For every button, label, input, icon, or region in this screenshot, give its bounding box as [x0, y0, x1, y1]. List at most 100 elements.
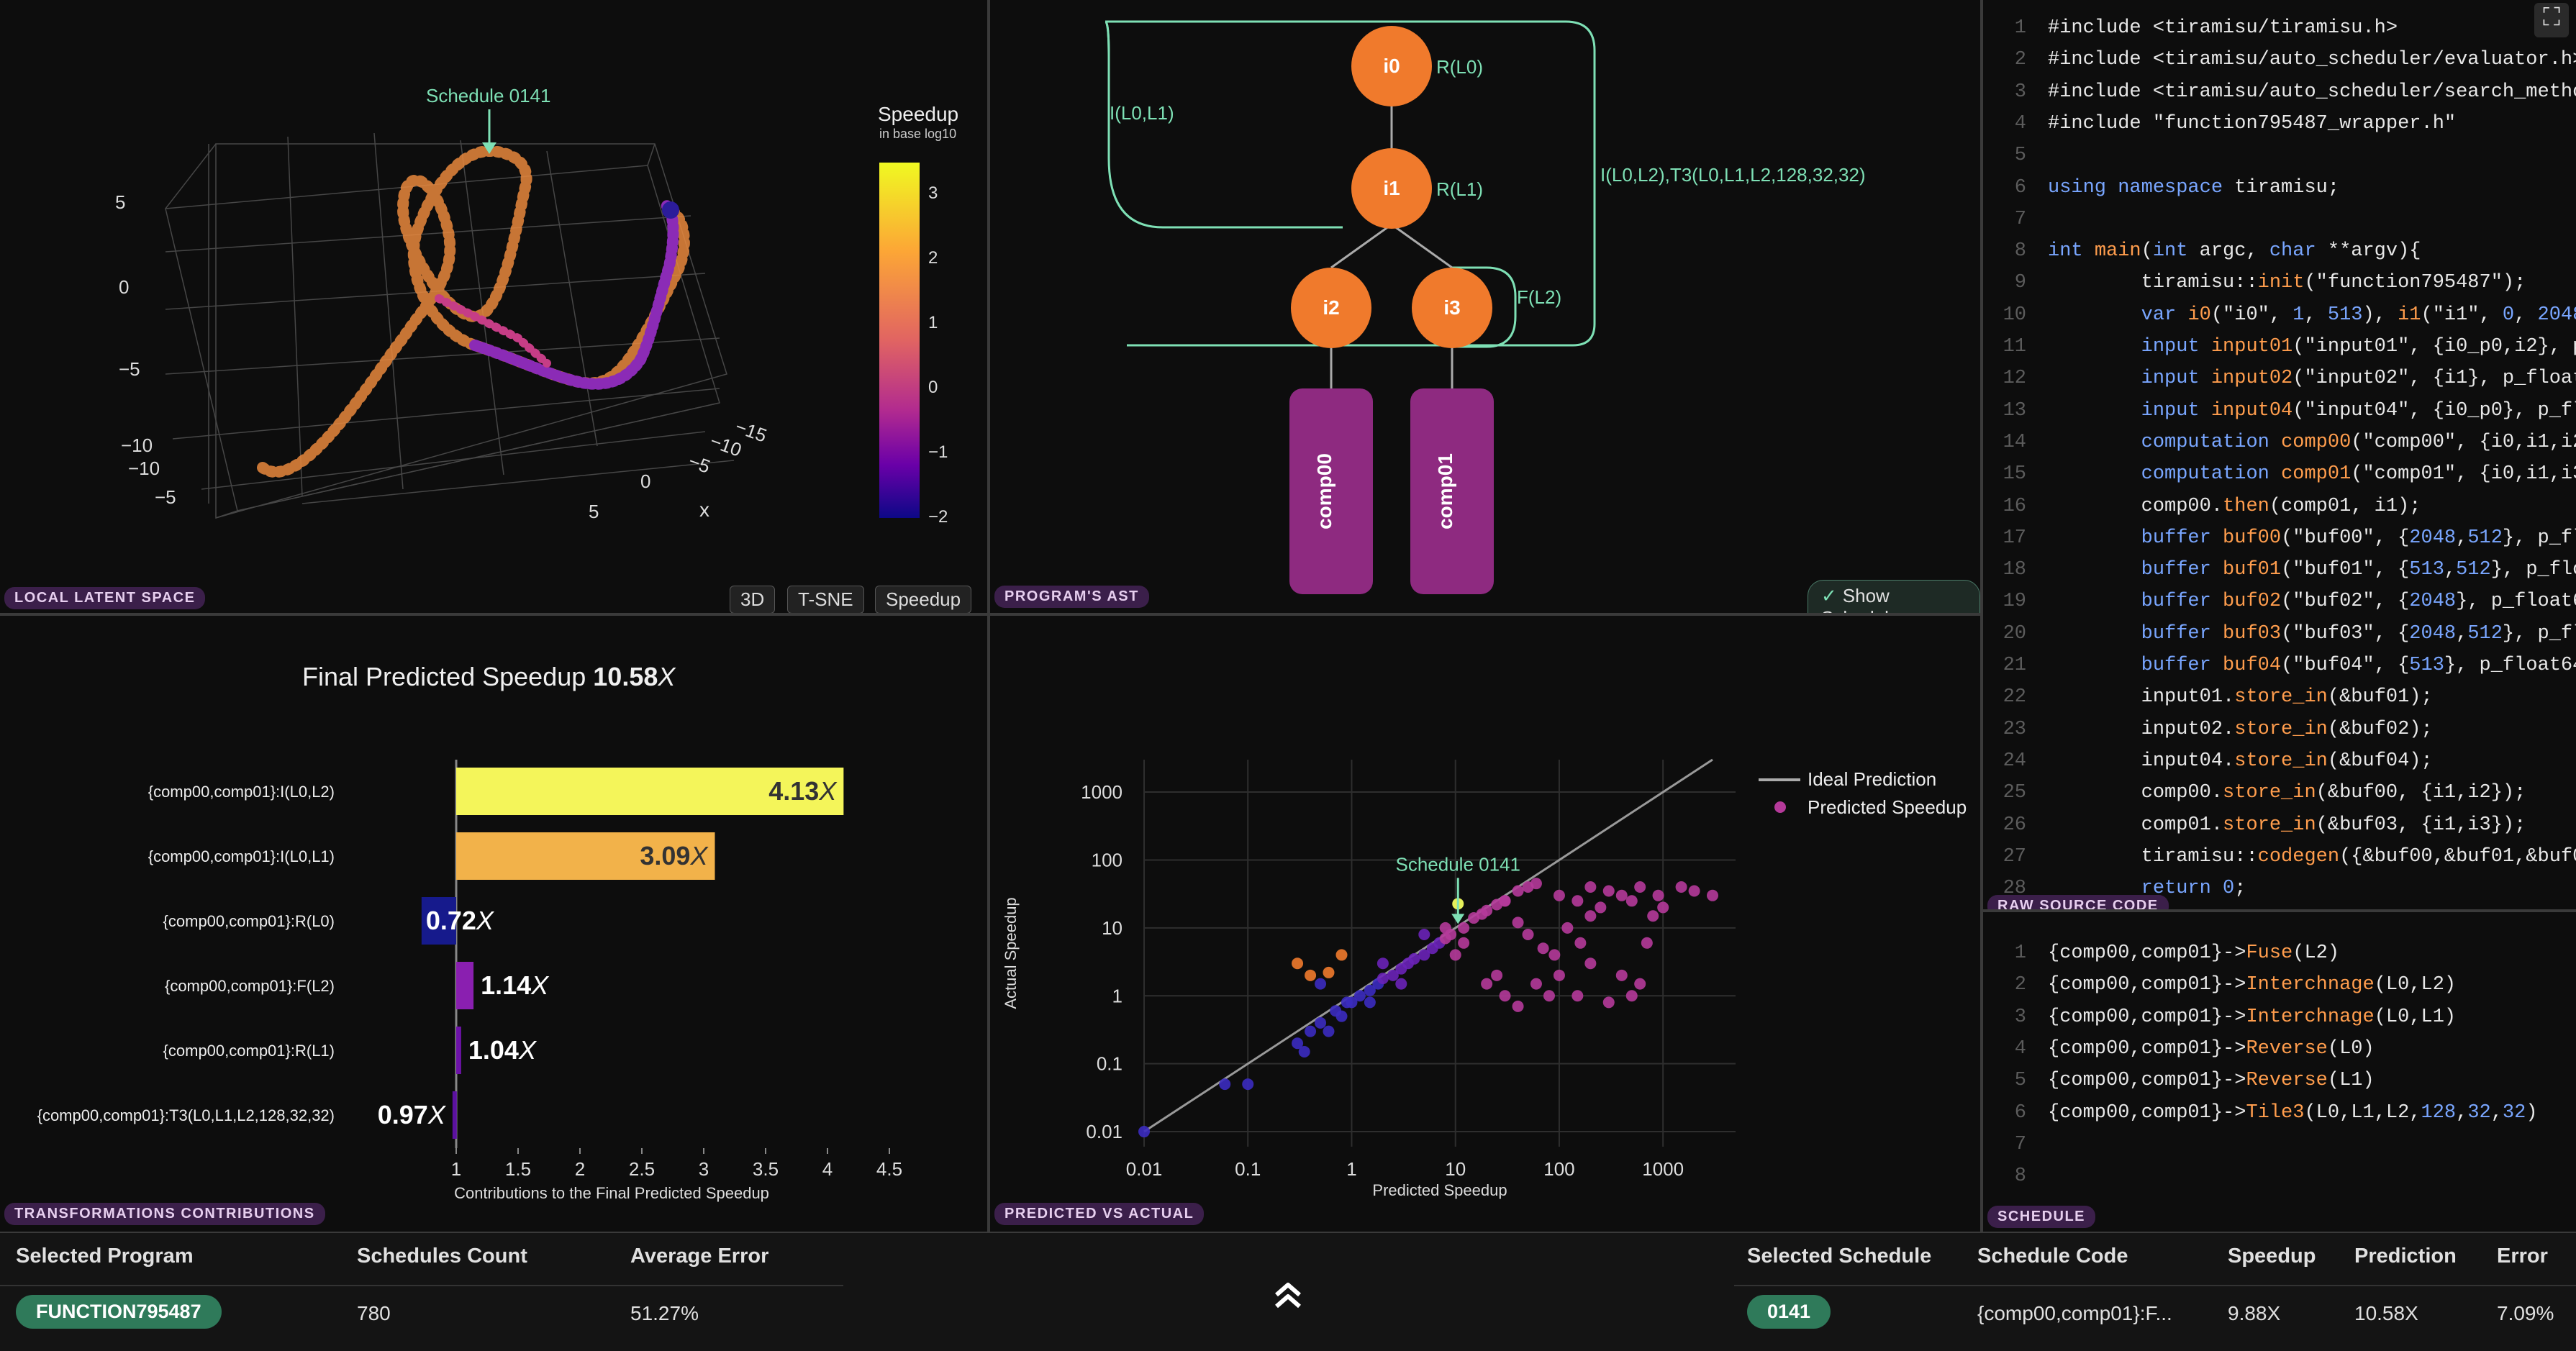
mode-3d-button[interactable]: 3D: [730, 586, 776, 613]
scatter-point[interactable]: [1595, 901, 1607, 914]
scatter-point[interactable]: [1512, 916, 1524, 929]
scatter-point[interactable]: [1615, 889, 1628, 901]
program-pill[interactable]: FUNCTION795487: [16, 1295, 222, 1329]
scatter-point[interactable]: [1377, 973, 1389, 985]
scatter-point[interactable]: [1335, 949, 1348, 961]
comp-node-comp00[interactable]: comp00: [1289, 388, 1373, 594]
code-text: input01.store_in(&buf01);: [2048, 686, 2433, 709]
scatter-point[interactable]: [1543, 990, 1555, 1002]
scatter-point[interactable]: [1647, 910, 1659, 922]
scatter-point[interactable]: [1522, 928, 1534, 940]
line-number: 9: [2014, 272, 2026, 294]
schedule-pill[interactable]: 0141: [1747, 1295, 1831, 1329]
scatter-point[interactable]: [1641, 937, 1653, 949]
line-number: 4: [2014, 1037, 2026, 1060]
scatter-point[interactable]: [1315, 978, 1327, 990]
scatter-point[interactable]: [1323, 1025, 1335, 1037]
z-tick: 5: [115, 191, 125, 213]
bar[interactable]: [456, 962, 474, 1009]
scatter-point[interactable]: [1364, 996, 1376, 1009]
raw-code-editor[interactable]: 1 #include <tiramisu/tiramisu.h> 2 #include…: [1983, 17, 2576, 899]
scatter-point[interactable]: [1315, 1016, 1327, 1029]
bar[interactable]: [456, 1027, 461, 1074]
scatter-point[interactable]: [1305, 969, 1317, 981]
scatter-point[interactable]: [1602, 996, 1615, 1009]
color-by-select[interactable]: Speedup: [875, 586, 972, 613]
scatter-point[interactable]: [1553, 889, 1565, 901]
scatter-point[interactable]: [1298, 1046, 1310, 1058]
code-line: 25 comp00.store_in(&buf00, {i1,i2});: [1983, 782, 2526, 804]
scatter-point[interactable]: [1634, 881, 1646, 893]
scatter-point[interactable]: [1634, 978, 1646, 990]
scatter-point[interactable]: [1572, 895, 1584, 907]
scatter-point[interactable]: [1707, 889, 1719, 901]
scatter-point[interactable]: [1688, 885, 1700, 897]
show-schedule-button[interactable]: ✓Show Schedule: [1808, 580, 1980, 613]
line-number: 1: [2014, 942, 2026, 964]
scatter-point[interactable]: [1395, 978, 1407, 990]
tsne-button[interactable]: T-SNE: [787, 586, 864, 613]
scatter-point[interactable]: [1530, 978, 1542, 990]
scatter-point[interactable]: [1449, 949, 1461, 961]
scatter-point[interactable]: [1377, 957, 1389, 970]
scatter-point[interactable]: [1481, 978, 1493, 990]
scatter-point[interactable]: [1652, 889, 1664, 901]
code-text: {comp00,comp01}->Tile3(L0,L1,L2,128,32,3…: [2048, 1101, 2538, 1124]
scatter-point[interactable]: [1418, 928, 1430, 940]
ast-node-i3[interactable]: i3: [1412, 268, 1492, 348]
scatter-point[interactable]: [1439, 922, 1451, 934]
code-text: #include <tiramisu/tiramisu.h>: [2048, 17, 2398, 39]
scatter-point[interactable]: [1499, 895, 1511, 907]
scatter-point[interactable]: [1138, 1126, 1150, 1138]
scatter-point[interactable]: [1574, 937, 1587, 949]
scatter-point[interactable]: [1491, 969, 1503, 981]
scatter-point[interactable]: [1584, 881, 1597, 893]
scatter-point[interactable]: [1615, 969, 1628, 981]
scatter-point[interactable]: [1602, 885, 1615, 897]
category-label: {comp00,comp01}:I(L0,L2): [148, 783, 335, 801]
scatter-point[interactable]: [1305, 1025, 1317, 1037]
scatter-point[interactable]: [1584, 957, 1597, 970]
scatter-point[interactable]: [1584, 910, 1597, 922]
legend-item[interactable]: Ideal Prediction: [1808, 768, 1936, 790]
pva-scatter-plot[interactable]: 0.01 0.1 1 10 100 1000 0.01 0.1 1 10 100 1000 Predic…: [990, 616, 1980, 1232]
scatter-point[interactable]: [1458, 937, 1470, 949]
fullscreen-button[interactable]: ⛶: [2534, 3, 2569, 37]
scatter-point[interactable]: [1219, 1078, 1231, 1091]
scatter-point[interactable]: [1408, 952, 1420, 965]
scatter-point[interactable]: [1292, 957, 1304, 970]
scatter-point[interactable]: [1537, 942, 1549, 955]
bar[interactable]: [452, 1091, 457, 1139]
expand-panel-button[interactable]: [1268, 1275, 1308, 1315]
schedule-editor[interactable]: 1 {comp00,comp01}->Fuse(L2) 2 {comp00,comp0…: [1983, 942, 2576, 1216]
legend-item[interactable]: Predicted Speedup: [1808, 796, 1967, 818]
scatter-point[interactable]: [1335, 1010, 1348, 1022]
ast-node-i1[interactable]: i1: [1351, 148, 1432, 229]
line-number: 7: [2014, 208, 2026, 230]
scatter-point[interactable]: [1530, 878, 1542, 890]
latent-3d-plot[interactable]: 5 0 −5 −10 −10 −5 −15 −10 −5 0 5 x Sched…: [0, 0, 987, 613]
comp-node-comp01[interactable]: comp01: [1410, 388, 1494, 594]
scatter-point[interactable]: [1499, 990, 1511, 1002]
scatter-point[interactable]: [1548, 949, 1561, 961]
scatter-point[interactable]: [1572, 990, 1584, 1002]
scatter-point[interactable]: [1512, 1000, 1524, 1012]
scatter-point[interactable]: [1242, 1078, 1254, 1091]
scatter-point[interactable]: [1657, 901, 1669, 914]
code-line: 1 #include <tiramisu/tiramisu.h>: [1983, 17, 2398, 39]
contrib-bar-chart: 1 1.5 2 2.5 3 3.5 4 4.5 Contributions to the Fin…: [37, 760, 902, 1202]
scatter-point[interactable]: [1458, 922, 1470, 934]
scatter-point[interactable]: [1625, 895, 1638, 907]
ast-node-i2[interactable]: i2: [1291, 268, 1371, 348]
ast-node-i0[interactable]: i0: [1351, 26, 1432, 106]
scatter-point[interactable]: [1481, 904, 1493, 916]
scatter-point[interactable]: [1553, 969, 1565, 981]
code-line: 2 #include <tiramisu/auto_scheduler/evalu…: [1983, 49, 2576, 70]
scatter-point[interactable]: [1561, 922, 1574, 934]
ast-panel: i0 i1 i2 i3 R(L0) R(L1) I(L0,L1) I(L0,L2…: [990, 0, 1980, 613]
scatter-point[interactable]: [1353, 990, 1366, 1002]
scatter-point[interactable]: [1512, 885, 1524, 897]
scatter-point[interactable]: [1625, 990, 1638, 1002]
scatter-point[interactable]: [1675, 881, 1687, 893]
scatter-point[interactable]: [1323, 966, 1335, 978]
